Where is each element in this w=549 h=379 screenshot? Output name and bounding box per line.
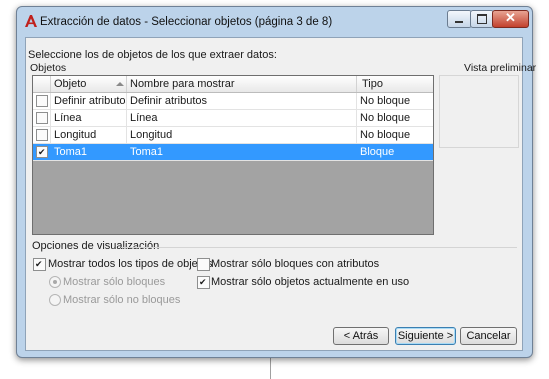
- header-check-column: [33, 76, 51, 92]
- table-row-selected[interactable]: Toma1 Toma1 Bloque: [33, 144, 433, 161]
- next-button[interactable]: Siguiente >: [395, 327, 456, 345]
- cell-nombre: Toma1: [127, 144, 357, 160]
- only-blocks-radio[interactable]: [49, 276, 61, 288]
- column-header-tipo[interactable]: Tipo: [357, 76, 433, 92]
- close-icon: ✕: [505, 10, 516, 25]
- instruction-text: Seleccione los de objetos de los que ext…: [28, 49, 277, 61]
- cell-objeto: Definir atributos: [51, 93, 127, 109]
- title-bar[interactable]: Extracción de datos - Seleccionar objeto…: [17, 7, 532, 37]
- preview-label: Vista preliminar: [464, 62, 537, 74]
- cell-objeto: Toma1: [51, 144, 127, 160]
- only-blocks-label: Mostrar sólo bloques: [63, 276, 166, 288]
- display-options-label: Opciones de visualización: [32, 240, 160, 252]
- objects-in-use-label[interactable]: Mostrar sólo objetos actualmente en uso: [211, 276, 409, 288]
- cell-nombre: Definir atributos: [127, 93, 357, 109]
- row-check-cell: [33, 110, 51, 126]
- close-button[interactable]: ✕: [492, 10, 529, 28]
- blocks-with-attributes-label[interactable]: Mostrar sólo bloques con atributos: [211, 258, 379, 270]
- only-non-blocks-radio[interactable]: [49, 294, 61, 306]
- cell-tipo: No bloque: [360, 95, 411, 107]
- column-header-tipo-label: Tipo: [362, 78, 383, 90]
- table-row[interactable]: Línea Línea No bloque: [33, 110, 433, 127]
- table-row[interactable]: Longitud Longitud No bloque: [33, 127, 433, 144]
- autocad-logo-icon: [25, 15, 37, 27]
- options-divider: [121, 247, 517, 248]
- data-extraction-dialog: Extracción de datos - Seleccionar objeto…: [16, 6, 536, 358]
- cell-nombre: Longitud: [127, 127, 357, 143]
- table-row[interactable]: Definir atributos Definir atributos No b…: [33, 93, 433, 110]
- background-divider: [270, 355, 271, 379]
- column-header-nombre[interactable]: Nombre para mostrar: [127, 76, 357, 92]
- preview-panel: [439, 75, 519, 148]
- row-checkbox[interactable]: [36, 95, 48, 107]
- minimize-icon: [455, 21, 463, 23]
- minimize-button[interactable]: [447, 10, 472, 28]
- blocks-with-attributes-checkbox[interactable]: [197, 258, 210, 271]
- cancel-button[interactable]: Cancelar: [460, 327, 517, 345]
- show-all-types-label[interactable]: Mostrar todos los tipos de objetos: [48, 258, 212, 270]
- dialog-body: Seleccione los de objetos de los que ext…: [25, 37, 536, 351]
- maximize-icon: [477, 14, 487, 24]
- sort-ascending-icon: [116, 82, 124, 86]
- objects-in-use-checkbox[interactable]: [197, 276, 210, 289]
- cell-nombre: Línea: [127, 110, 357, 126]
- cell-tipo: No bloque: [360, 112, 411, 124]
- back-button[interactable]: < Atrás: [333, 327, 389, 345]
- window-title: Extracción de datos - Seleccionar objeto…: [40, 16, 333, 28]
- cell-tipo: Bloque: [360, 146, 395, 158]
- grid-header: Objeto Nombre para mostrar Tipo: [33, 76, 433, 93]
- column-header-objeto-label: Objeto: [54, 78, 87, 90]
- cell-tipo: No bloque: [360, 129, 411, 141]
- row-checkbox[interactable]: [36, 112, 48, 124]
- column-header-objeto[interactable]: Objeto: [51, 76, 127, 92]
- maximize-button[interactable]: [470, 10, 494, 28]
- row-check-cell: [33, 127, 51, 143]
- cell-objeto: Longitud: [51, 127, 127, 143]
- row-checkbox[interactable]: [36, 146, 48, 158]
- cell-objeto: Línea: [51, 110, 127, 126]
- column-header-nombre-label: Nombre para mostrar: [130, 78, 235, 90]
- show-all-types-checkbox[interactable]: [33, 258, 46, 271]
- objects-grid[interactable]: Objeto Nombre para mostrar Tipo Definir …: [32, 75, 434, 235]
- row-check-cell: [33, 144, 51, 160]
- objects-group-label: Objetos: [30, 62, 67, 74]
- only-non-blocks-label: Mostrar sólo no bloques: [63, 294, 181, 306]
- row-check-cell: [33, 93, 51, 109]
- row-checkbox[interactable]: [36, 129, 48, 141]
